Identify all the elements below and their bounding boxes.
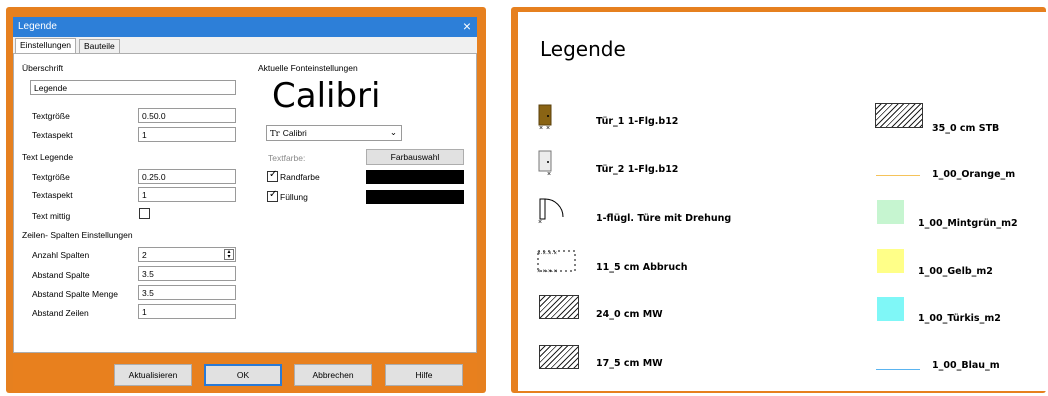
demolition-dashed-icon: ×·×·×·× ×·×·×·× [537,250,576,275]
hilfe-button[interactable]: Hilfe [385,364,463,386]
svg-text:×: × [538,219,542,225]
tab-einstellungen[interactable]: Einstellungen [15,38,77,53]
textfarbe-label: Textfarbe: [268,153,306,163]
legend-label: 1_00_Mintgrün_m2 [918,218,1018,229]
abstand-spalte-input[interactable]: 3.5 [138,266,236,281]
anzahl-spalten-label: Anzahl Spalten [32,250,90,260]
abstand-spalte-label: Abstand Spalte [32,270,90,280]
svg-text:×: × [547,171,551,176]
door-swing-icon: × [538,198,564,225]
section-text-legende: Text Legende [22,152,74,162]
legend-title: Legende [540,37,626,61]
section-zeilen-spalten: Zeilen- Spalten Einstellungen [22,230,133,240]
close-icon[interactable]: × [463,18,471,34]
section-ueberschrift: Überschrift [22,63,64,73]
line-orange-icon [876,175,920,176]
legend-label: 35_0 cm STB [932,123,1000,134]
randfarbe-swatch[interactable] [366,170,464,184]
svg-text:×·×·×·×: ×·×·×·× [537,251,558,257]
legend-label: 1-flügl. Türe mit Drehung [596,213,732,224]
tab-strip: Einstellungen Bauteile [13,37,477,53]
fill-turquoise-icon [877,297,904,321]
farbauswahl-button[interactable]: Farbauswahl [366,149,464,165]
legend-label: 1_00_Türkis_m2 [918,313,1001,324]
legend-preview [518,12,1046,391]
svg-text:×: × [546,125,550,130]
heading-textgroesse-input[interactable]: 0.50.0 [138,108,236,123]
hatch-icon [875,103,923,128]
dialog-title-bar[interactable]: Legende × [13,17,477,37]
font-select[interactable]: Tr Calibri ⌄ [266,125,402,141]
legend-label: 1_00_Blau_m [932,360,1000,371]
legend-label: 1_00_Orange_m [932,169,1016,180]
legend-label: Tür_2 1-Flg.b12 [596,164,679,175]
line-blue-icon [876,369,920,370]
abstand-zeilen-label: Abstand Zeilen [32,308,89,318]
svg-text:×·×·×·×: ×·×·×·× [537,269,558,275]
section-fonteinstellungen: Aktuelle Fonteinstellungen [258,63,358,73]
randfarbe-checkbox[interactable] [267,169,278,182]
fuellung-label: Füllung [280,192,308,202]
tab-bauteile[interactable]: Bauteile [79,39,120,53]
text-mittig-label: Text mittig [32,211,71,221]
heading-textaspekt-input[interactable]: 1 [138,127,236,142]
legend-textgroesse-input[interactable]: 0.25.0 [138,169,236,184]
legend-label: 17_5 cm MW [596,358,663,369]
hatch-icon [539,295,579,319]
fill-yellow-icon [877,249,904,273]
hatch-icon [539,345,579,369]
legend-textaspekt-input[interactable]: 1 [138,187,236,202]
legend-label: Tür_1 1-Flg.b12 [596,116,679,127]
door-grey-icon: × [538,150,552,176]
svg-text:×: × [539,125,543,130]
legend-label: 24_0 cm MW [596,309,663,320]
fill-mint-icon [877,200,904,224]
fuellung-checkbox[interactable] [267,189,278,202]
text-mittig-checkbox[interactable] [139,208,150,219]
legend-label: 11_5 cm Abbruch [596,262,688,273]
abbrechen-button[interactable]: Abbrechen [294,364,372,386]
font-type-icon: Tr [270,129,280,139]
aktualisieren-button[interactable]: Aktualisieren [114,364,192,386]
stepper-arrows-icon[interactable]: ▴ ▾ [224,249,234,260]
anzahl-spalten-value: 2 [142,250,147,260]
abstand-spalte-menge-input[interactable]: 3.5 [138,285,236,300]
legend-label: 1_00_Gelb_m2 [918,266,993,277]
abstand-spalte-menge-label: Abstand Spalte Menge [32,289,119,299]
font-preview: Calibri [272,76,381,116]
ok-button[interactable]: OK [204,364,282,386]
fuellung-swatch[interactable] [366,190,464,204]
chevron-down-icon: ⌄ [389,127,397,137]
anzahl-spalten-stepper[interactable]: 2 ▴ ▾ [138,247,236,262]
font-select-value: Calibri [282,128,307,138]
legend-textaspekt-label: Textaspekt [32,190,73,200]
heading-textgroesse-label: Textgröße [32,111,70,121]
randfarbe-label: Randfarbe [280,172,320,182]
legend-textgroesse-label: Textgröße [32,172,70,182]
abstand-zeilen-input[interactable]: 1 [138,304,236,319]
door-brown-icon: × × [538,104,552,130]
heading-textaspekt-label: Textaspekt [32,130,73,140]
dialog-title: Legende [18,21,57,32]
heading-text-input[interactable]: Legende [30,80,236,95]
